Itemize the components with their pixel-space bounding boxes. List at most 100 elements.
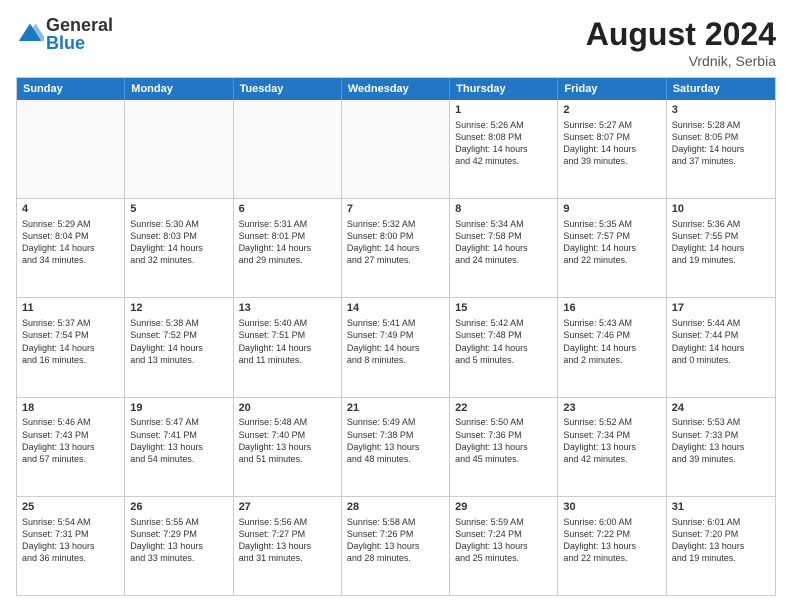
day-info-line: Sunset: 7:40 PM: [239, 429, 336, 441]
day-info-line: and 31 minutes.: [239, 552, 336, 564]
day-info-line: Sunset: 7:58 PM: [455, 230, 552, 242]
day-info-line: and 0 minutes.: [672, 354, 770, 366]
day-info-line: and 2 minutes.: [563, 354, 660, 366]
day-info-line: and 51 minutes.: [239, 453, 336, 465]
day-number: 26: [130, 500, 227, 515]
day-info-line: Sunrise: 5:50 AM: [455, 416, 552, 428]
weekday-header-thursday: Thursday: [450, 78, 558, 100]
weekday-header-sunday: Sunday: [17, 78, 125, 100]
day-info-line: Sunrise: 5:54 AM: [22, 516, 119, 528]
day-info-line: Daylight: 14 hours: [239, 242, 336, 254]
day-info-line: and 45 minutes.: [455, 453, 552, 465]
day-info-line: Sunrise: 5:27 AM: [563, 119, 660, 131]
day-cell-4: 4Sunrise: 5:29 AMSunset: 8:04 PMDaylight…: [17, 199, 125, 297]
day-info-line: Sunrise: 5:40 AM: [239, 317, 336, 329]
day-number: 17: [672, 301, 770, 316]
calendar-row-5: 25Sunrise: 5:54 AMSunset: 7:31 PMDayligh…: [17, 497, 775, 595]
day-cell-12: 12Sunrise: 5:38 AMSunset: 7:52 PMDayligh…: [125, 298, 233, 396]
day-info-line: Sunset: 7:44 PM: [672, 329, 770, 341]
day-info-line: Sunset: 8:08 PM: [455, 131, 552, 143]
day-info-line: Sunrise: 5:55 AM: [130, 516, 227, 528]
day-cell-13: 13Sunrise: 5:40 AMSunset: 7:51 PMDayligh…: [234, 298, 342, 396]
day-info-line: and 57 minutes.: [22, 453, 119, 465]
day-info-line: Sunrise: 5:30 AM: [130, 218, 227, 230]
empty-cell: [125, 100, 233, 198]
day-info-line: Sunset: 7:24 PM: [455, 528, 552, 540]
logo: General Blue: [16, 16, 113, 52]
day-info-line: Sunrise: 5:29 AM: [22, 218, 119, 230]
day-cell-18: 18Sunrise: 5:46 AMSunset: 7:43 PMDayligh…: [17, 398, 125, 496]
day-cell-19: 19Sunrise: 5:47 AMSunset: 7:41 PMDayligh…: [125, 398, 233, 496]
month-year: August 2024: [586, 16, 776, 53]
day-info-line: Sunrise: 5:48 AM: [239, 416, 336, 428]
day-info-line: Sunrise: 5:41 AM: [347, 317, 444, 329]
day-number: 6: [239, 202, 336, 217]
calendar-row-3: 11Sunrise: 5:37 AMSunset: 7:54 PMDayligh…: [17, 298, 775, 397]
day-number: 23: [563, 401, 660, 416]
day-number: 8: [455, 202, 552, 217]
day-info-line: and 16 minutes.: [22, 354, 119, 366]
day-info-line: Sunrise: 6:01 AM: [672, 516, 770, 528]
day-info-line: Sunrise: 5:56 AM: [239, 516, 336, 528]
day-info-line: Sunset: 8:07 PM: [563, 131, 660, 143]
day-info-line: Sunset: 7:33 PM: [672, 429, 770, 441]
day-number: 1: [455, 103, 552, 118]
day-info-line: Sunset: 8:00 PM: [347, 230, 444, 242]
day-number: 14: [347, 301, 444, 316]
day-info-line: Daylight: 14 hours: [455, 143, 552, 155]
day-info-line: Sunset: 7:43 PM: [22, 429, 119, 441]
day-info-line: Daylight: 14 hours: [347, 342, 444, 354]
day-info-line: and 8 minutes.: [347, 354, 444, 366]
day-number: 7: [347, 202, 444, 217]
day-number: 9: [563, 202, 660, 217]
day-info-line: Sunrise: 5:42 AM: [455, 317, 552, 329]
day-info-line: and 54 minutes.: [130, 453, 227, 465]
day-info-line: Sunrise: 5:32 AM: [347, 218, 444, 230]
day-info-line: Sunset: 7:22 PM: [563, 528, 660, 540]
day-cell-31: 31Sunrise: 6:01 AMSunset: 7:20 PMDayligh…: [667, 497, 775, 595]
day-info-line: Daylight: 13 hours: [22, 540, 119, 552]
day-number: 19: [130, 401, 227, 416]
day-info-line: Sunrise: 5:37 AM: [22, 317, 119, 329]
day-info-line: Sunset: 7:38 PM: [347, 429, 444, 441]
day-info-line: Sunrise: 5:34 AM: [455, 218, 552, 230]
day-info-line: and 42 minutes.: [563, 453, 660, 465]
weekday-header-tuesday: Tuesday: [234, 78, 342, 100]
day-info-line: and 13 minutes.: [130, 354, 227, 366]
weekday-header-wednesday: Wednesday: [342, 78, 450, 100]
day-info-line: Daylight: 13 hours: [672, 540, 770, 552]
day-info-line: Sunset: 7:20 PM: [672, 528, 770, 540]
day-number: 2: [563, 103, 660, 118]
day-number: 29: [455, 500, 552, 515]
day-info-line: Daylight: 13 hours: [563, 540, 660, 552]
day-info-line: Daylight: 14 hours: [130, 242, 227, 254]
day-info-line: Daylight: 14 hours: [563, 242, 660, 254]
day-info-line: Sunset: 7:29 PM: [130, 528, 227, 540]
day-cell-1: 1Sunrise: 5:26 AMSunset: 8:08 PMDaylight…: [450, 100, 558, 198]
day-info-line: Sunset: 8:01 PM: [239, 230, 336, 242]
day-info-line: Sunset: 7:36 PM: [455, 429, 552, 441]
day-info-line: and 33 minutes.: [130, 552, 227, 564]
day-cell-26: 26Sunrise: 5:55 AMSunset: 7:29 PMDayligh…: [125, 497, 233, 595]
day-number: 4: [22, 202, 119, 217]
day-info-line: Sunset: 7:31 PM: [22, 528, 119, 540]
day-cell-30: 30Sunrise: 6:00 AMSunset: 7:22 PMDayligh…: [558, 497, 666, 595]
day-info-line: Sunrise: 5:49 AM: [347, 416, 444, 428]
day-info-line: Sunrise: 5:31 AM: [239, 218, 336, 230]
day-info-line: Daylight: 14 hours: [455, 242, 552, 254]
day-info-line: Sunset: 7:26 PM: [347, 528, 444, 540]
day-info-line: and 37 minutes.: [672, 155, 770, 167]
day-number: 21: [347, 401, 444, 416]
day-info-line: Sunrise: 5:36 AM: [672, 218, 770, 230]
day-cell-24: 24Sunrise: 5:53 AMSunset: 7:33 PMDayligh…: [667, 398, 775, 496]
day-info-line: and 32 minutes.: [130, 254, 227, 266]
day-info-line: Sunrise: 5:26 AM: [455, 119, 552, 131]
day-info-line: and 39 minutes.: [672, 453, 770, 465]
day-info-line: and 19 minutes.: [672, 552, 770, 564]
day-info-line: and 11 minutes.: [239, 354, 336, 366]
day-number: 18: [22, 401, 119, 416]
day-number: 13: [239, 301, 336, 316]
day-cell-2: 2Sunrise: 5:27 AMSunset: 8:07 PMDaylight…: [558, 100, 666, 198]
day-cell-8: 8Sunrise: 5:34 AMSunset: 7:58 PMDaylight…: [450, 199, 558, 297]
day-info-line: Daylight: 13 hours: [347, 540, 444, 552]
